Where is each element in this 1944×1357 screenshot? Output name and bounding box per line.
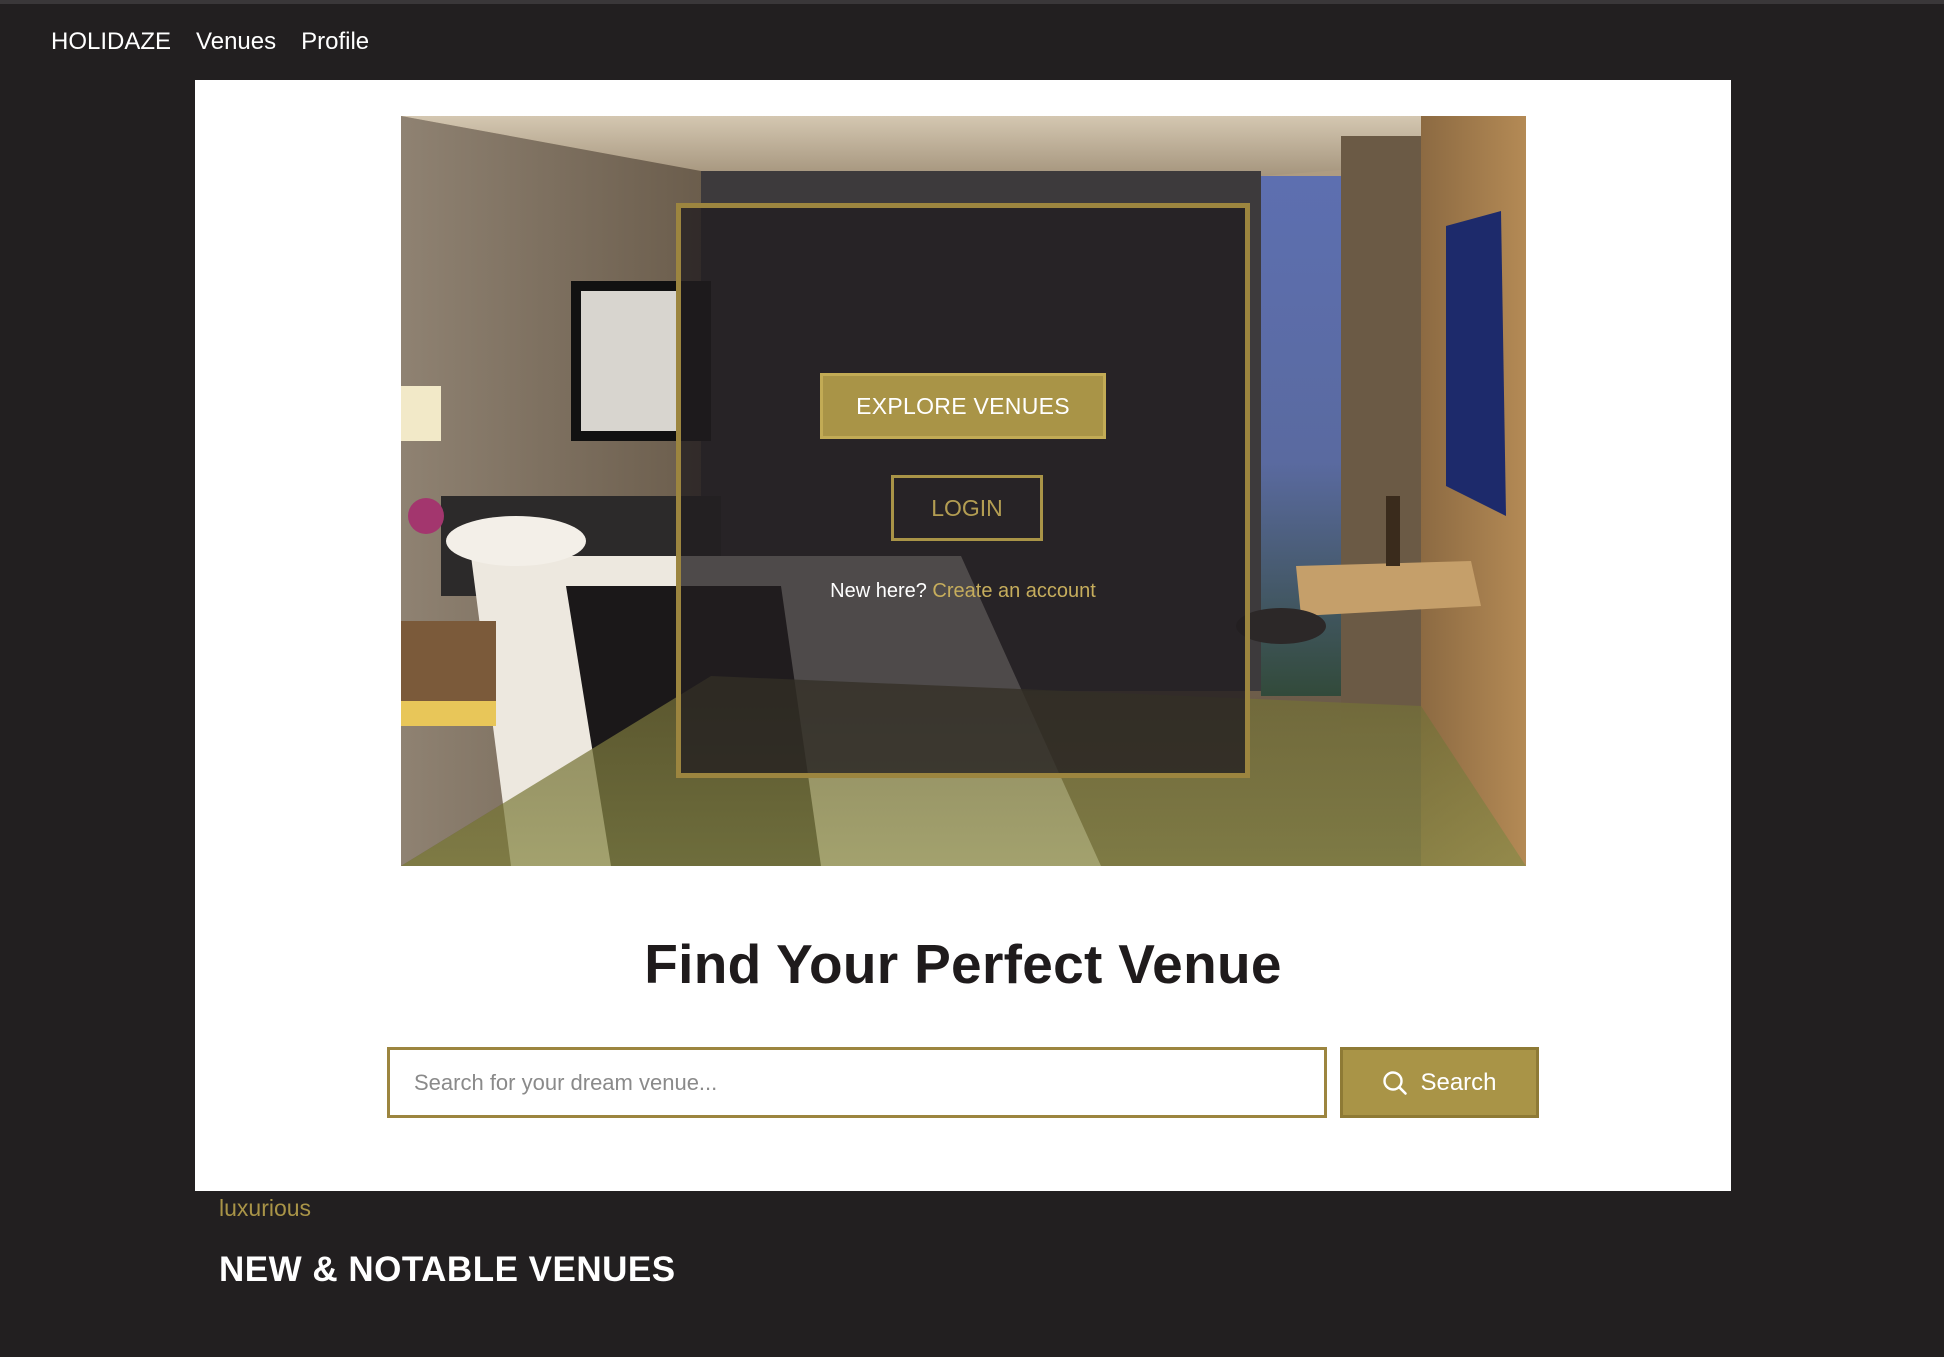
top-navigation: HOLIDAZE Venues Profile [0,4,1944,80]
section-tag: luxurious [219,1195,312,1221]
nav-item-profile[interactable]: Profile [301,28,369,56]
search-icon [1383,1070,1408,1095]
login-overlay-panel: EXPLORE VENUES LOGIN New here? Create an… [676,203,1250,778]
create-account-link[interactable]: Create an account [932,580,1095,602]
page-title: Find Your Perfect Venue [644,933,1282,995]
explore-venues-button[interactable]: EXPLORE VENUES [820,373,1106,439]
search-button-label: Search [1420,1068,1497,1096]
section-heading: NEW & NOTABLE VENUES [219,1250,676,1289]
signup-prompt: New here? Create an account [681,580,1245,603]
signup-prompt-text: New here? [830,580,927,602]
search-button[interactable]: Search [1340,1047,1539,1118]
nav-item-venues[interactable]: Venues [196,28,276,56]
login-button[interactable]: LOGIN [891,475,1043,541]
nav-brand-holidaze[interactable]: HOLIDAZE [51,28,171,56]
hero-banner: EXPLORE VENUES LOGIN New here? Create an… [401,116,1526,866]
main-card: EXPLORE VENUES LOGIN New here? Create an… [195,80,1731,1191]
venue-search-input[interactable] [387,1047,1327,1118]
